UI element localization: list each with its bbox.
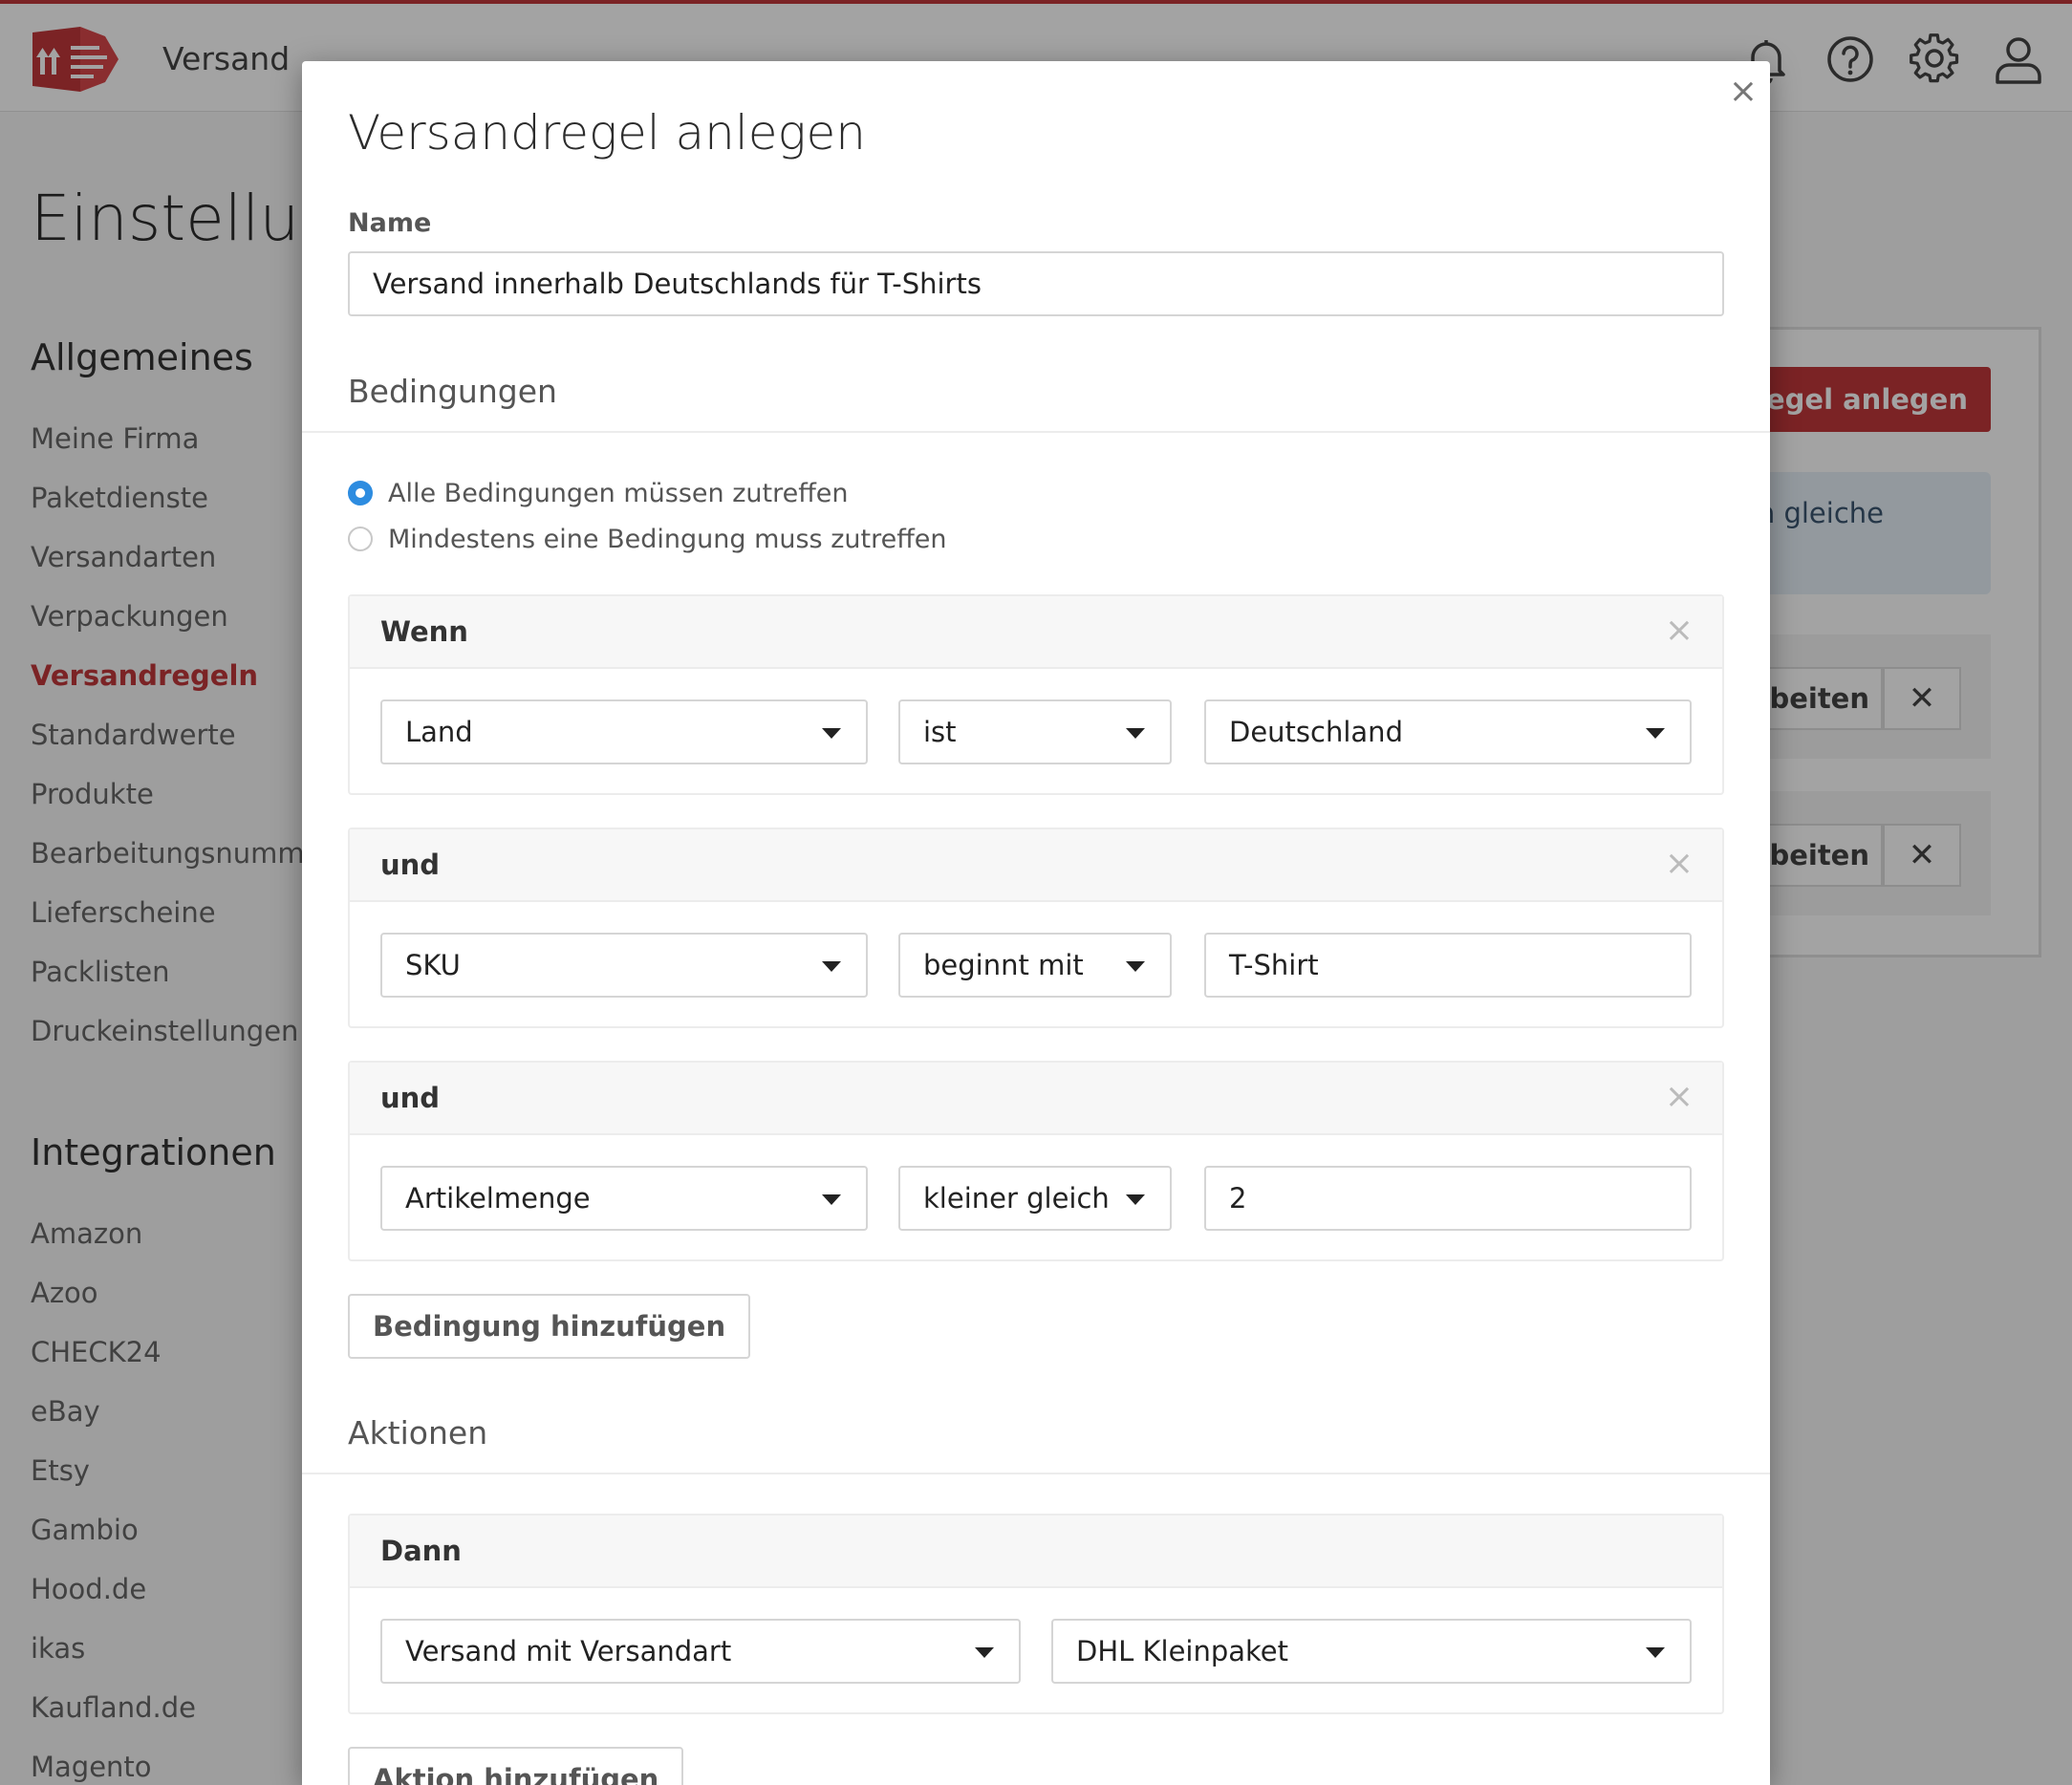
condition-header: Wenn ×: [350, 596, 1722, 669]
caret-down-icon: [1126, 1194, 1145, 1205]
select-value: Deutschland: [1229, 716, 1403, 748]
condition-header: und ×: [350, 1063, 1722, 1135]
condition-card: und × Artikelmenge kleiner gleich 2: [348, 1061, 1724, 1261]
add-action-button[interactable]: Aktion hinzufügen: [348, 1747, 684, 1785]
condition-card: Wenn × Land ist Deutschland: [348, 594, 1724, 795]
caret-down-icon: [1646, 1647, 1665, 1658]
section-divider: [302, 1473, 1770, 1474]
select-value: Artikelmenge: [405, 1182, 591, 1215]
add-condition-button[interactable]: Bedingung hinzufügen: [348, 1294, 751, 1359]
condition-connector: und: [380, 849, 441, 881]
condition-value-select[interactable]: Deutschland: [1204, 699, 1692, 764]
action-card: Dann Versand mit Versandart DHL Kleinpak…: [348, 1514, 1724, 1714]
condition-field-select[interactable]: Land: [380, 699, 868, 764]
condition-operator-select[interactable]: kleiner gleich: [898, 1166, 1172, 1231]
action-type-select[interactable]: Versand mit Versandart: [380, 1619, 1021, 1684]
condition-field-select[interactable]: Artikelmenge: [380, 1166, 868, 1231]
match-all-option[interactable]: Alle Bedingungen müssen zutreffen: [348, 476, 849, 510]
caret-down-icon: [822, 728, 841, 739]
remove-condition-icon[interactable]: ×: [1665, 612, 1694, 650]
condition-field-select[interactable]: SKU: [380, 933, 868, 998]
select-value: kleiner gleich: [923, 1182, 1110, 1215]
caret-down-icon: [975, 1647, 994, 1658]
select-value: beginnt mit: [923, 949, 1084, 981]
dialog-title: Versandregel anlegen: [348, 105, 866, 161]
conditions-title: Bedingungen: [348, 373, 557, 410]
radio-selected[interactable]: [348, 481, 373, 505]
caret-down-icon: [1126, 728, 1145, 739]
condition-connector: und: [380, 1082, 441, 1114]
caret-down-icon: [822, 1194, 841, 1205]
match-any-option[interactable]: Mindestens eine Bedingung muss zutreffen: [348, 522, 947, 556]
select-value: ist: [923, 716, 957, 748]
condition-header: und ×: [350, 829, 1722, 902]
condition-value-input[interactable]: T-Shirt: [1204, 933, 1692, 998]
condition-card: und × SKU beginnt mit T-Shirt: [348, 828, 1724, 1028]
select-value: Versand mit Versandart: [405, 1635, 732, 1667]
remove-condition-icon[interactable]: ×: [1665, 845, 1694, 883]
section-divider: [302, 431, 1770, 433]
match-all-label: Alle Bedingungen müssen zutreffen: [388, 478, 849, 508]
condition-value-input[interactable]: 2: [1204, 1166, 1692, 1231]
action-value-select[interactable]: DHL Kleinpaket: [1051, 1619, 1692, 1684]
condition-connector: Wenn: [380, 615, 468, 648]
match-any-label: Mindestens eine Bedingung muss zutreffen: [388, 524, 947, 554]
actions-title: Aktionen: [348, 1414, 488, 1452]
condition-operator-select[interactable]: ist: [898, 699, 1172, 764]
condition-operator-select[interactable]: beginnt mit: [898, 933, 1172, 998]
caret-down-icon: [1126, 961, 1145, 972]
caret-down-icon: [1646, 728, 1665, 739]
select-value: Land: [405, 716, 473, 748]
create-shipping-rule-dialog: × Versandregel anlegen Name Versand inne…: [302, 61, 1770, 1785]
radio-unselected[interactable]: [348, 527, 373, 551]
name-input[interactable]: Versand innerhalb Deutschlands für T-Shi…: [348, 251, 1724, 316]
select-value: DHL Kleinpaket: [1076, 1635, 1289, 1667]
caret-down-icon: [822, 961, 841, 972]
select-value: SKU: [405, 949, 461, 981]
close-icon[interactable]: ×: [1722, 71, 1764, 113]
action-header: Dann: [350, 1516, 1722, 1588]
name-label: Name: [348, 208, 432, 238]
action-connector: Dann: [380, 1535, 462, 1567]
remove-condition-icon[interactable]: ×: [1665, 1078, 1694, 1116]
